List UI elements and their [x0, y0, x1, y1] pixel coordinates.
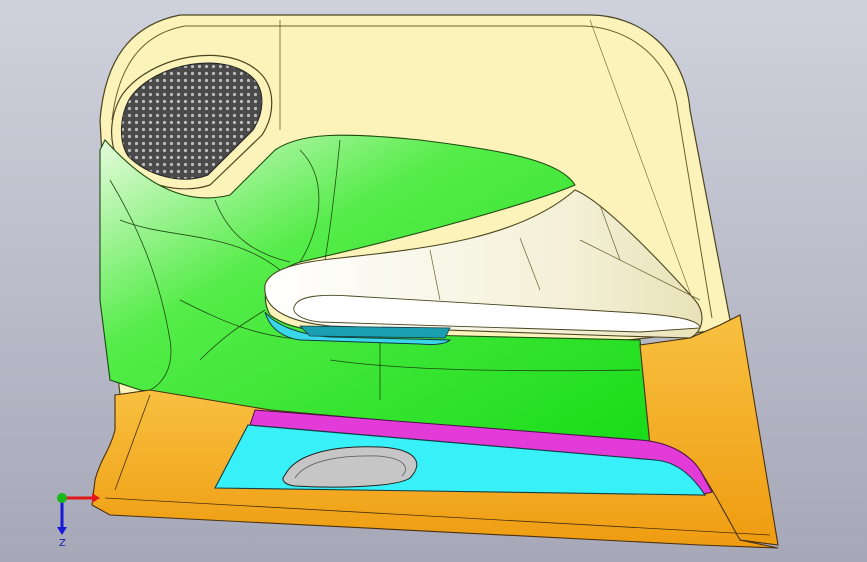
- y-axis: [57, 493, 67, 503]
- door-trim-model[interactable]: [0, 0, 867, 562]
- z-axis-label: Z: [59, 538, 66, 549]
- cad-viewport[interactable]: Z: [0, 0, 867, 562]
- coordinate-triad: Z: [57, 493, 100, 549]
